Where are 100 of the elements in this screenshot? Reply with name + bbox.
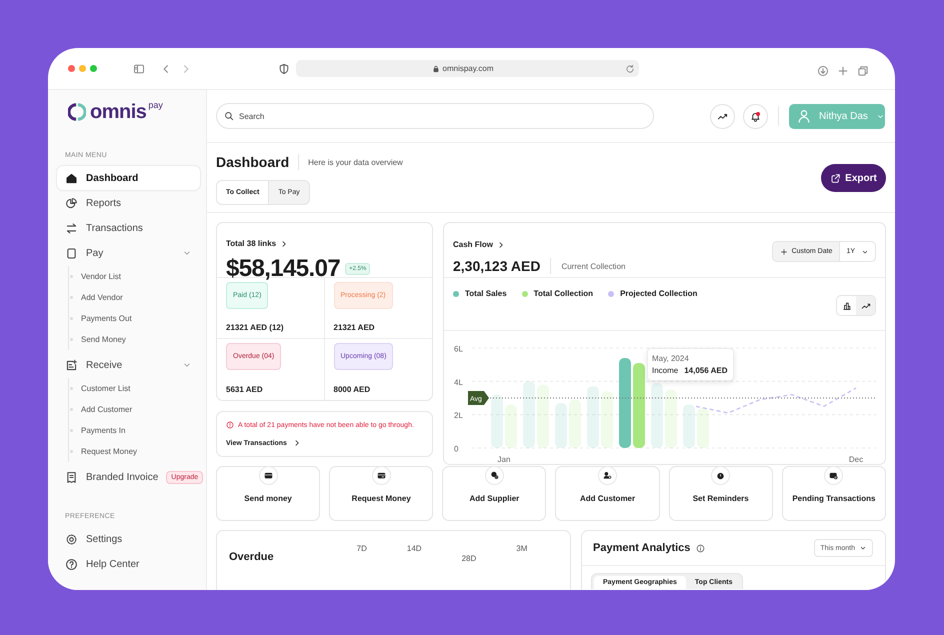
quick-action-card[interactable]: Send money [216,466,320,521]
notification-button[interactable] [743,104,768,128]
quick-action-card[interactable]: Request Money [329,466,434,521]
menu-icon [65,532,78,546]
quick-action-card[interactable]: Add Customer [555,466,660,521]
menu-icon [65,172,78,184]
period-label: 3M [516,544,528,553]
status-amount: 8000 AED [334,385,372,394]
info-icon [696,544,706,552]
submenu-item[interactable]: Payments In [69,420,200,441]
chart-bar [665,390,677,448]
chart-bar [697,408,709,448]
card-title[interactable]: Cash Flow [453,240,506,249]
sidebar-item[interactable]: Help Center [57,552,200,576]
sidebar-item[interactable]: Settings [57,527,200,551]
legend-label: Projected Collection [620,289,698,298]
page-title: Dashboard [216,154,300,170]
period-label: 28D [462,554,476,563]
lock-icon [432,64,440,72]
person-add-icon [603,471,612,480]
tabs-icon [857,64,869,76]
axis-label: Dec [848,455,864,464]
card-title: Overdue [229,551,274,565]
total-amount: $58,145.07 [226,255,340,283]
download-icon [817,64,829,76]
sidebar-icon [133,62,145,74]
export-button[interactable]: Export [821,164,886,192]
line-chart-icon [860,300,870,310]
chart-bar [601,391,613,448]
tooltip-value: 14,056 AED [684,366,728,375]
logo-icon [68,102,86,122]
quick-action-card[interactable]: Pending Transactions [782,466,886,521]
chart-bar [505,404,517,448]
quick-action-card[interactable]: Set Reminders [668,466,773,521]
status-amount: 21321 AED [334,323,376,332]
menu-icon [65,358,78,372]
card-icon [264,471,273,480]
period-label: 14D [406,544,422,553]
axis-label: Jan [498,455,510,464]
axis-label: 6L [454,344,463,354]
chevron-icon [859,544,867,552]
menu-icon [65,222,78,234]
timer-icon [716,471,726,480]
card-title: Payment Analytics [593,542,706,554]
period-label: 7D [356,544,367,553]
submenu-item[interactable]: Add Customer [69,399,200,420]
chevron-icon [292,439,301,447]
card-title[interactable]: Total 38 links [226,239,288,248]
submenu-item[interactable]: Payments Out [69,308,200,329]
search-field[interactable]: Search [216,103,654,129]
close-button[interactable] [68,65,75,72]
logo-suffix: pay [148,100,163,110]
export-icon [830,172,842,184]
menu-icon [65,558,78,570]
shield-icon [278,62,290,74]
chart-bar [523,381,535,448]
sidebar-item[interactable]: Transactions [57,216,200,240]
address-bar[interactable]: omnispay.com [296,60,639,77]
cash-flow-amount: 2,30,123 AED [453,258,552,274]
tooltip-label: Income [652,366,678,375]
chevron-icon [280,240,288,248]
status-amount: 21321 AED (12) [226,323,285,332]
submenu-item[interactable]: Send Money [69,329,200,350]
submenu-item[interactable]: Customer List [69,378,200,399]
chart-bar [587,386,599,448]
axis-label: 2L [454,411,463,420]
reload-icon [625,64,635,74]
amount-caption: Current Collection [560,262,626,270]
alert-icon [226,421,234,429]
menu-icon [65,246,78,260]
sidebar-item[interactable]: Receive [57,353,200,377]
menu-icon [65,196,78,210]
chart-bar [683,404,695,448]
submenu-item[interactable]: Request Money [69,441,200,462]
legend-label: Total Sales [465,289,507,298]
trend-button[interactable] [710,104,735,128]
chart-bar [555,403,567,448]
submenu-item[interactable]: Vendor List [69,266,200,287]
card-icon [376,471,386,480]
sidebar-item[interactable]: Reports [57,191,200,215]
axis-label: 0 [454,444,458,454]
bar-chart-icon [842,300,852,310]
new-tab-icon [837,64,849,76]
page-subtitle: Here is your data overview [307,158,403,166]
quick-action-card[interactable]: Add Supplier [442,466,546,521]
person-add-icon [490,471,499,480]
plus-icon [780,248,788,256]
sidebar-item[interactable]: Pay [57,241,200,265]
sidebar-item[interactable]: Dashboard [57,166,200,190]
logo-wordmark: omnis [90,100,146,124]
chart-bar [569,400,581,448]
chart-view-button[interactable] [856,296,875,315]
card-icon [829,471,838,480]
chart-bar [651,383,663,448]
chevron-icon [497,240,506,248]
submenu-item[interactable]: Add Vendor [69,287,200,308]
chart-bar [537,384,549,448]
user-icon [797,109,811,123]
menu-icon [65,470,78,484]
status-amount: 5631 AED [226,385,264,394]
